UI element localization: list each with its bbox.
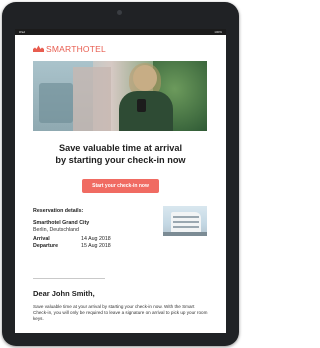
departure-date: 15 Aug 2018 xyxy=(81,243,111,249)
arrival-date: 14 Aug 2018 xyxy=(81,236,111,242)
start-check-in-button[interactable]: Start your check-in now xyxy=(82,179,159,193)
email-screen: iPad 100% SMARTHOTEL Save valuable time … xyxy=(15,29,226,333)
departure-label: Departure xyxy=(33,243,59,249)
front-camera xyxy=(117,10,122,15)
tablet-frame: iPad 100% SMARTHOTEL Save valuable time … xyxy=(2,2,239,346)
departure-row: Departure 15 Aug 2018 xyxy=(33,243,226,249)
status-carrier: iPad xyxy=(19,30,26,34)
headline: Save valuable time at arrival by startin… xyxy=(15,143,226,166)
hotel-skyline-icon xyxy=(33,45,44,52)
arrival-label: Arrival xyxy=(33,236,50,242)
hero-image xyxy=(33,61,207,131)
arrival-row: Arrival 14 Aug 2018 xyxy=(33,236,226,242)
message-body: Save valuable time at your arrival by st… xyxy=(33,304,208,322)
headline-line-2: by starting your check-in now xyxy=(55,154,186,165)
headline-line-1: Save valuable time at arrival xyxy=(58,143,183,153)
brand-header: SMARTHOTEL xyxy=(15,35,226,54)
section-divider xyxy=(33,278,105,279)
hotel-image xyxy=(163,206,207,236)
greeting: Dear John Smith, xyxy=(33,289,95,298)
brand-name: SMARTHOTEL xyxy=(46,43,106,54)
reservation-details: Reservation details: Smarthotel Grand Ci… xyxy=(33,206,226,272)
status-battery: 100% xyxy=(214,30,222,34)
